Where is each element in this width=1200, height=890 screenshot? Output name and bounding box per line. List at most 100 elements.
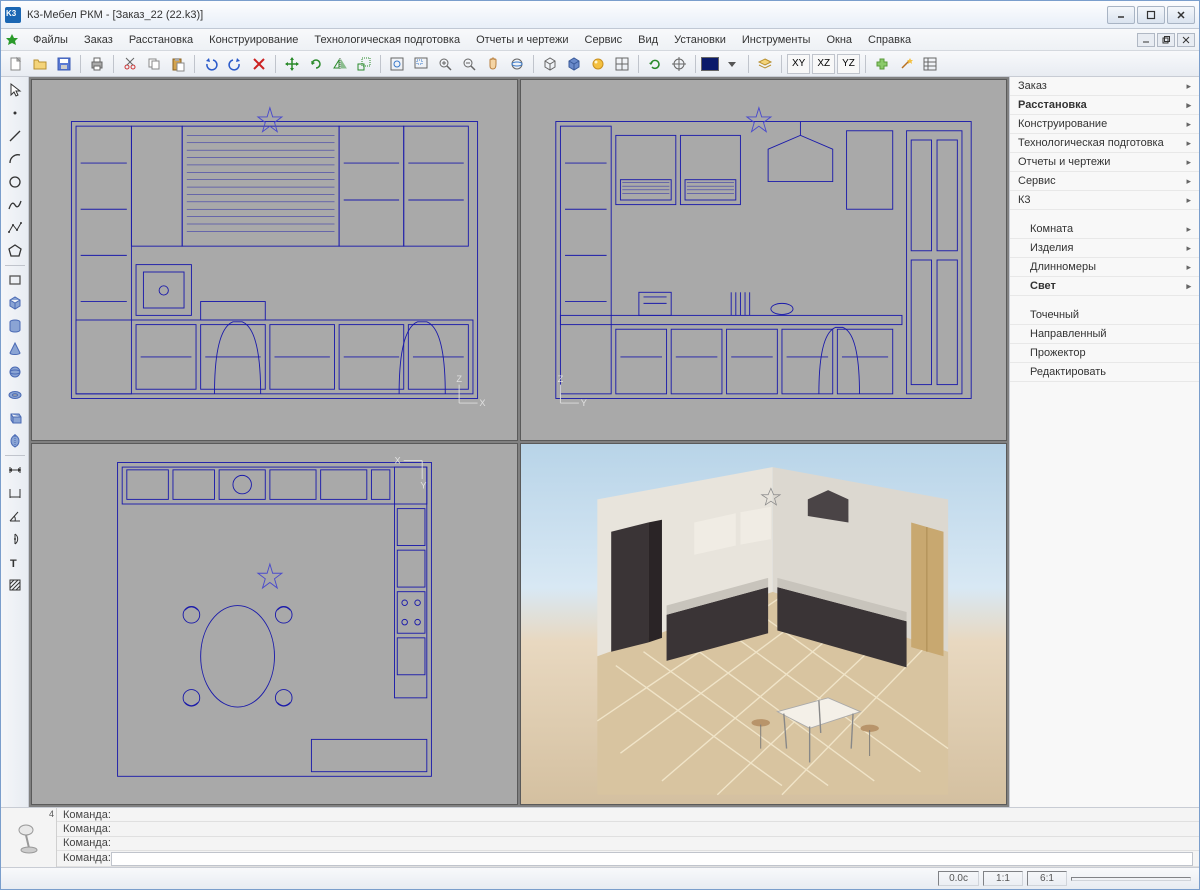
status-ratio-2: 6:1 xyxy=(1027,871,1067,886)
sphere-icon[interactable] xyxy=(4,361,26,383)
shaded-icon[interactable] xyxy=(563,53,585,75)
pan-icon[interactable] xyxy=(482,53,504,75)
dropdown-icon[interactable] xyxy=(721,53,743,75)
polyline-icon[interactable] xyxy=(4,217,26,239)
menu-расстановка[interactable]: Расстановка xyxy=(121,32,201,48)
viewport-top[interactable]: XY xyxy=(31,443,518,805)
select-icon[interactable] xyxy=(4,79,26,101)
point-icon[interactable] xyxy=(4,102,26,124)
command-line[interactable]: Команда: xyxy=(57,851,1199,867)
magic-wand-icon[interactable] xyxy=(895,53,917,75)
status-ratio-1: 1:1 xyxy=(983,871,1023,886)
redo-icon[interactable] xyxy=(224,53,246,75)
paste-icon[interactable] xyxy=(167,53,189,75)
side-item[interactable]: Комната▸ xyxy=(1010,220,1199,239)
minimize-button[interactable] xyxy=(1107,6,1135,24)
menu-конструирование[interactable]: Конструирование xyxy=(201,32,306,48)
delete-icon[interactable] xyxy=(248,53,270,75)
plane-xy-button[interactable]: XY xyxy=(787,54,810,74)
properties-icon[interactable] xyxy=(919,53,941,75)
cut-icon[interactable] xyxy=(119,53,141,75)
refresh-icon[interactable] xyxy=(644,53,666,75)
circle-icon[interactable] xyxy=(4,171,26,193)
undo-icon[interactable] xyxy=(200,53,222,75)
arc-icon[interactable] xyxy=(4,148,26,170)
wireframe-icon[interactable] xyxy=(539,53,561,75)
torus-icon[interactable] xyxy=(4,384,26,406)
viewport-side[interactable]: YZ xyxy=(520,79,1007,441)
scale-icon[interactable] xyxy=(353,53,375,75)
zoom-in-icon[interactable] xyxy=(434,53,456,75)
move-icon[interactable] xyxy=(281,53,303,75)
prism-icon[interactable] xyxy=(4,407,26,429)
plugin-icon[interactable] xyxy=(871,53,893,75)
mdi-minimize-button[interactable] xyxy=(1137,33,1155,47)
side-item[interactable]: Отчеты и чертежи▸ xyxy=(1010,153,1199,172)
side-item[interactable]: Технологическая подготовка▸ xyxy=(1010,134,1199,153)
side-item[interactable]: Изделия▸ xyxy=(1010,239,1199,258)
menu-окна[interactable]: Окна xyxy=(818,32,860,48)
menu-справка[interactable]: Справка xyxy=(860,32,919,48)
mdi-close-button[interactable] xyxy=(1177,33,1195,47)
render-icon[interactable] xyxy=(587,53,609,75)
menu-сервис[interactable]: Сервис xyxy=(577,32,631,48)
text-icon[interactable]: T xyxy=(4,551,26,573)
side-item[interactable]: Редактировать xyxy=(1010,363,1199,382)
spline-icon[interactable] xyxy=(4,194,26,216)
side-item[interactable]: Точечный xyxy=(1010,306,1199,325)
viewport-perspective[interactable] xyxy=(520,443,1007,805)
side-item[interactable]: Сервис▸ xyxy=(1010,172,1199,191)
menu-инструменты[interactable]: Инструменты xyxy=(734,32,819,48)
menu-отчеты и чертежи[interactable]: Отчеты и чертежи xyxy=(468,32,576,48)
new-icon[interactable] xyxy=(5,53,27,75)
print-icon[interactable] xyxy=(86,53,108,75)
mdi-restore-button[interactable] xyxy=(1157,33,1175,47)
cylinder-icon[interactable] xyxy=(4,315,26,337)
polygon-icon[interactable] xyxy=(4,240,26,262)
protractor-icon[interactable] xyxy=(4,528,26,550)
plane-xz-button[interactable]: XZ xyxy=(812,54,835,74)
command-input[interactable] xyxy=(111,852,1193,866)
viewport-front[interactable]: XZ xyxy=(31,79,518,441)
side-item[interactable]: Длинномеры▸ xyxy=(1010,258,1199,277)
command-line: Команда: xyxy=(57,808,1199,822)
mirror-icon[interactable] xyxy=(329,53,351,75)
rectangle-icon[interactable] xyxy=(4,269,26,291)
side-item[interactable]: Свет▸ xyxy=(1010,277,1199,296)
orbit-icon[interactable] xyxy=(506,53,528,75)
viewport-split-icon[interactable] xyxy=(611,53,633,75)
line-icon[interactable] xyxy=(4,125,26,147)
box-icon[interactable] xyxy=(4,292,26,314)
color-swatch-current[interactable] xyxy=(701,57,719,71)
zoom-window-icon[interactable] xyxy=(410,53,432,75)
side-item[interactable]: Направленный xyxy=(1010,325,1199,344)
menubar: ФайлыЗаказРасстановкаКонструированиеТехн… xyxy=(1,29,1199,51)
side-item[interactable]: К3▸ xyxy=(1010,191,1199,210)
side-item[interactable]: Расстановка▸ xyxy=(1010,96,1199,115)
maximize-button[interactable] xyxy=(1137,6,1165,24)
close-button[interactable] xyxy=(1167,6,1195,24)
crosshair-icon[interactable] xyxy=(668,53,690,75)
side-item[interactable]: Заказ▸ xyxy=(1010,77,1199,96)
menu-файлы[interactable]: Файлы xyxy=(25,32,76,48)
menu-заказ[interactable]: Заказ xyxy=(76,32,121,48)
side-item[interactable]: Прожектор xyxy=(1010,344,1199,363)
plane-yz-button[interactable]: YZ xyxy=(837,54,860,74)
dimension-linear-icon[interactable] xyxy=(4,482,26,504)
dimension-icon[interactable] xyxy=(4,459,26,481)
angle-icon[interactable] xyxy=(4,505,26,527)
open-icon[interactable] xyxy=(29,53,51,75)
copy-icon[interactable] xyxy=(143,53,165,75)
side-item[interactable]: Конструирование▸ xyxy=(1010,115,1199,134)
revolve-icon[interactable] xyxy=(4,430,26,452)
rotate-icon[interactable] xyxy=(305,53,327,75)
zoom-out-icon[interactable] xyxy=(458,53,480,75)
cone-icon[interactable] xyxy=(4,338,26,360)
hatch-icon[interactable] xyxy=(4,574,26,596)
menu-установки[interactable]: Установки xyxy=(666,32,734,48)
layer-icon[interactable] xyxy=(754,53,776,75)
menu-вид[interactable]: Вид xyxy=(630,32,666,48)
zoom-all-icon[interactable] xyxy=(386,53,408,75)
menu-технологическая подготовка[interactable]: Технологическая подготовка xyxy=(306,32,468,48)
save-icon[interactable] xyxy=(53,53,75,75)
